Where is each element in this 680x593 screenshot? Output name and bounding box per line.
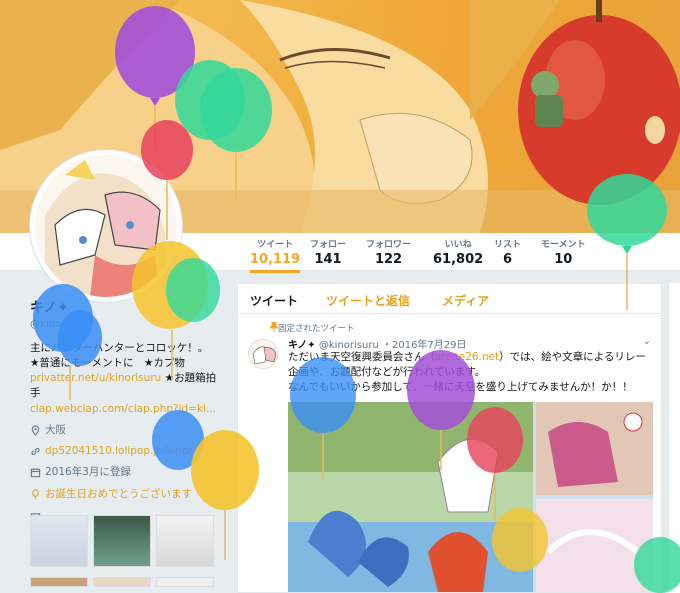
balloon-icon	[290, 357, 356, 480]
balloon-icon	[132, 241, 220, 380]
balloon-icon	[141, 120, 193, 240]
balloon-icon	[152, 410, 259, 560]
balloon-icon	[634, 537, 680, 593]
balloon-icon	[33, 284, 102, 400]
birthday-balloons-overlay	[33, 6, 680, 593]
balloon-icon	[492, 508, 548, 572]
balloon-icon	[587, 174, 667, 310]
balloon-icon	[467, 407, 523, 520]
balloon-icon	[175, 60, 272, 200]
balloon-icon	[407, 350, 475, 470]
